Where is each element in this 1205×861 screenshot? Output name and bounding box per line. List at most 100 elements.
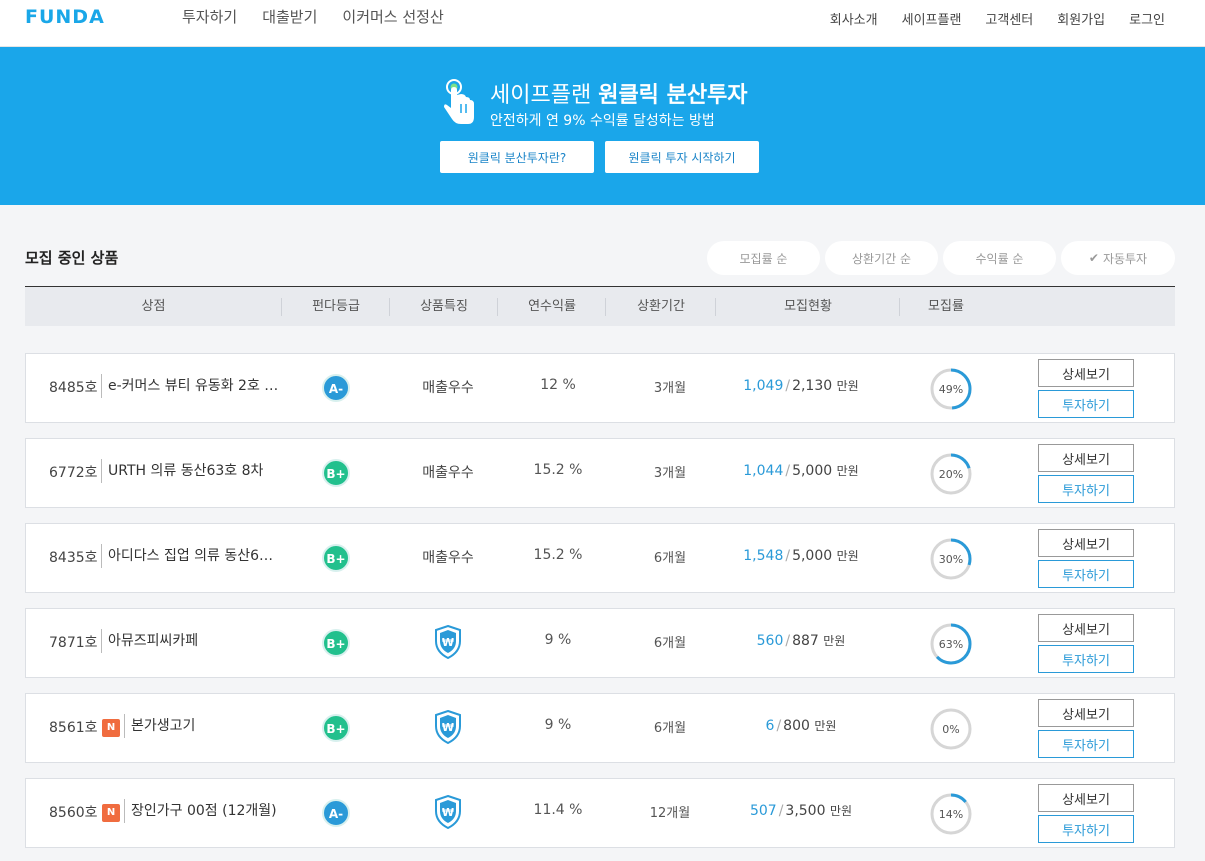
detail-button[interactable]: 상세보기 bbox=[1038, 699, 1134, 727]
invest-button[interactable]: 투자하기 bbox=[1038, 475, 1134, 503]
funding-status: 1,548/5,000 만원 bbox=[743, 548, 859, 564]
sort-by-funding-rate[interactable]: 모집률 순 bbox=[707, 241, 820, 275]
funding-percent-label: 49% bbox=[939, 383, 963, 396]
product-name[interactable]: 본가생고기 bbox=[124, 714, 309, 738]
target-amount: 887 bbox=[792, 633, 819, 649]
invest-button[interactable]: 투자하기 bbox=[1038, 730, 1134, 758]
product-name[interactable]: 장인가구 00점 (12개월) bbox=[124, 799, 309, 823]
product-name[interactable]: URTH 의류 동산63호 8차 bbox=[101, 459, 286, 483]
detail-button[interactable]: 상세보기 bbox=[1038, 359, 1134, 387]
funda-grade-badge: B+ bbox=[322, 544, 350, 572]
annual-return: 11.4 % bbox=[533, 802, 583, 818]
oneclick-about-button[interactable]: 원클릭 분산투자란? bbox=[440, 141, 594, 173]
amount-unit: 만원 bbox=[836, 464, 859, 478]
detail-button[interactable]: 상세보기 bbox=[1038, 784, 1134, 812]
col-store: 상점 bbox=[25, 287, 282, 327]
product-number: 8560호 bbox=[49, 805, 98, 821]
amount-unit: 만원 bbox=[836, 379, 859, 393]
funda-grade-badge: B+ bbox=[322, 459, 350, 487]
funda-grade-badge: A- bbox=[322, 374, 350, 402]
table-row[interactable]: 8560호 N 장인가구 00점 (12개월) A- ₩ 11.4 % 12개월 507/… bbox=[25, 778, 1175, 848]
funding-progress-ring: 30% bbox=[930, 538, 972, 580]
feature-text: 매출우수 bbox=[422, 380, 474, 396]
invest-button[interactable]: 투자하기 bbox=[1038, 645, 1134, 673]
oneclick-start-button[interactable]: 원클릭 투자 시작하기 bbox=[605, 141, 759, 173]
feature-text: 매출우수 bbox=[422, 550, 474, 566]
funding-progress-ring: 0% bbox=[930, 708, 972, 750]
invest-button[interactable]: 투자하기 bbox=[1038, 815, 1134, 843]
table-row[interactable]: 8561호 N 본가생고기 B+ ₩ 9 % 6개월 6/800 만원 0% 상세보기 투자… bbox=[25, 693, 1175, 763]
nav-ecommerce[interactable]: 이커머스 선정산 bbox=[342, 6, 443, 27]
detail-button[interactable]: 상세보기 bbox=[1038, 614, 1134, 642]
col-feature: 상품특징 bbox=[390, 287, 498, 327]
table-row[interactable]: 8435호 아디다스 집업 의류 동산6… B+ 매출우수 15.2 % 6개월 1,548… bbox=[25, 523, 1175, 593]
repayment-term: 12개월 bbox=[649, 806, 691, 821]
amount-unit: 만원 bbox=[836, 549, 859, 563]
invest-button[interactable]: 투자하기 bbox=[1038, 560, 1134, 588]
target-amount: 5,000 bbox=[792, 548, 833, 564]
amount-unit: 만원 bbox=[823, 634, 846, 648]
funda-grade-badge: A- bbox=[322, 799, 350, 827]
funded-amount: 560 bbox=[756, 633, 784, 649]
product-number: 6772호 bbox=[49, 465, 98, 481]
nav-about[interactable]: 회사소개 bbox=[830, 9, 878, 28]
col-term: 상환기간 bbox=[606, 287, 716, 327]
utility-nav: 회사소개 세이프플랜 고객센터 회원가입 로그인 bbox=[830, 9, 1165, 28]
product-name[interactable]: 아뮤즈피씨카페 bbox=[101, 629, 286, 653]
detail-button[interactable]: 상세보기 bbox=[1038, 444, 1134, 472]
annual-return: 9 % bbox=[544, 717, 572, 733]
target-amount: 5,000 bbox=[792, 463, 833, 479]
nav-invest[interactable]: 투자하기 bbox=[182, 6, 237, 27]
col-rate: 연수익률 bbox=[498, 287, 606, 327]
nav-signup[interactable]: 회원가입 bbox=[1057, 9, 1105, 28]
col-grade: 펀다등급 bbox=[282, 287, 390, 327]
repayment-term: 6개월 bbox=[653, 636, 687, 651]
sort-by-term[interactable]: 상환기간 순 bbox=[825, 241, 938, 275]
table-row[interactable]: 8485호 e-커머스 뷰티 유동화 2호 … A- 매출우수 12 % 3개월 1,049… bbox=[25, 353, 1175, 423]
invest-button[interactable]: 투자하기 bbox=[1038, 390, 1134, 418]
funding-percent-label: 20% bbox=[939, 468, 963, 481]
repayment-term: 3개월 bbox=[653, 381, 687, 396]
check-icon: ✔ bbox=[1088, 251, 1099, 265]
detail-button[interactable]: 상세보기 bbox=[1038, 529, 1134, 557]
nav-support[interactable]: 고객센터 bbox=[985, 9, 1033, 28]
product-name[interactable]: e-커머스 뷰티 유동화 2호 … bbox=[101, 374, 286, 398]
funded-amount: 507 bbox=[749, 803, 777, 819]
sort-by-return[interactable]: 수익률 순 bbox=[943, 241, 1056, 275]
amount-unit: 만원 bbox=[829, 804, 853, 818]
funding-status: 1,049/2,130 만원 bbox=[743, 378, 859, 394]
target-amount: 3,500 bbox=[785, 803, 826, 819]
product-number: 7871호 bbox=[49, 635, 98, 651]
annual-return: 15.2 % bbox=[533, 547, 583, 563]
annual-return: 15.2 % bbox=[533, 462, 583, 478]
nav-safeplan[interactable]: 세이프플랜 bbox=[902, 9, 962, 28]
banner-title: 세이프플랜 원클릭 분산투자 bbox=[490, 83, 748, 108]
product-number: 8435호 bbox=[49, 550, 98, 566]
feature-text: 매출우수 bbox=[422, 465, 474, 481]
nav-loan[interactable]: 대출받기 bbox=[262, 6, 317, 27]
funding-status: 1,044/5,000 만원 bbox=[743, 463, 859, 479]
table-row[interactable]: 7871호 아뮤즈피씨카페 B+ ₩ 9 % 6개월 560/887 만원 63% 상세… bbox=[25, 608, 1175, 678]
funda-grade-badge: B+ bbox=[322, 714, 350, 742]
table-row[interactable]: 6772호 URTH 의류 동산63호 8차 B+ 매출우수 15.2 % 3개월 1,04… bbox=[25, 438, 1175, 508]
nav-login[interactable]: 로그인 bbox=[1129, 9, 1165, 28]
annual-return: 9 % bbox=[544, 632, 572, 648]
repayment-term: 6개월 bbox=[653, 551, 687, 566]
funding-percent-label: 14% bbox=[939, 808, 963, 821]
funding-progress-ring: 49% bbox=[930, 368, 972, 410]
repayment-term: 6개월 bbox=[653, 721, 687, 736]
main-nav: 투자하기 대출받기 이커머스 선정산 bbox=[182, 6, 444, 27]
auto-invest-button[interactable]: ✔ 자동투자 bbox=[1061, 241, 1175, 275]
hand-pointer-icon bbox=[444, 79, 474, 124]
funding-percent-label: 0% bbox=[942, 723, 959, 736]
annual-return: 12 % bbox=[540, 377, 576, 393]
funda-logo[interactable]: FUNDA bbox=[25, 6, 105, 28]
product-number: 8561호 bbox=[49, 720, 98, 736]
won-shield-icon: ₩ bbox=[435, 795, 461, 829]
table-header: 상점 펀다등급 상품특징 연수익률 상환기간 모집현황 모집률 bbox=[25, 286, 1175, 326]
new-badge: N bbox=[102, 804, 120, 822]
won-shield-icon: ₩ bbox=[435, 625, 461, 659]
funded-amount: 1,044 bbox=[743, 463, 784, 479]
funda-grade-badge: B+ bbox=[322, 629, 350, 657]
product-name[interactable]: 아디다스 집업 의류 동산6… bbox=[101, 544, 286, 568]
